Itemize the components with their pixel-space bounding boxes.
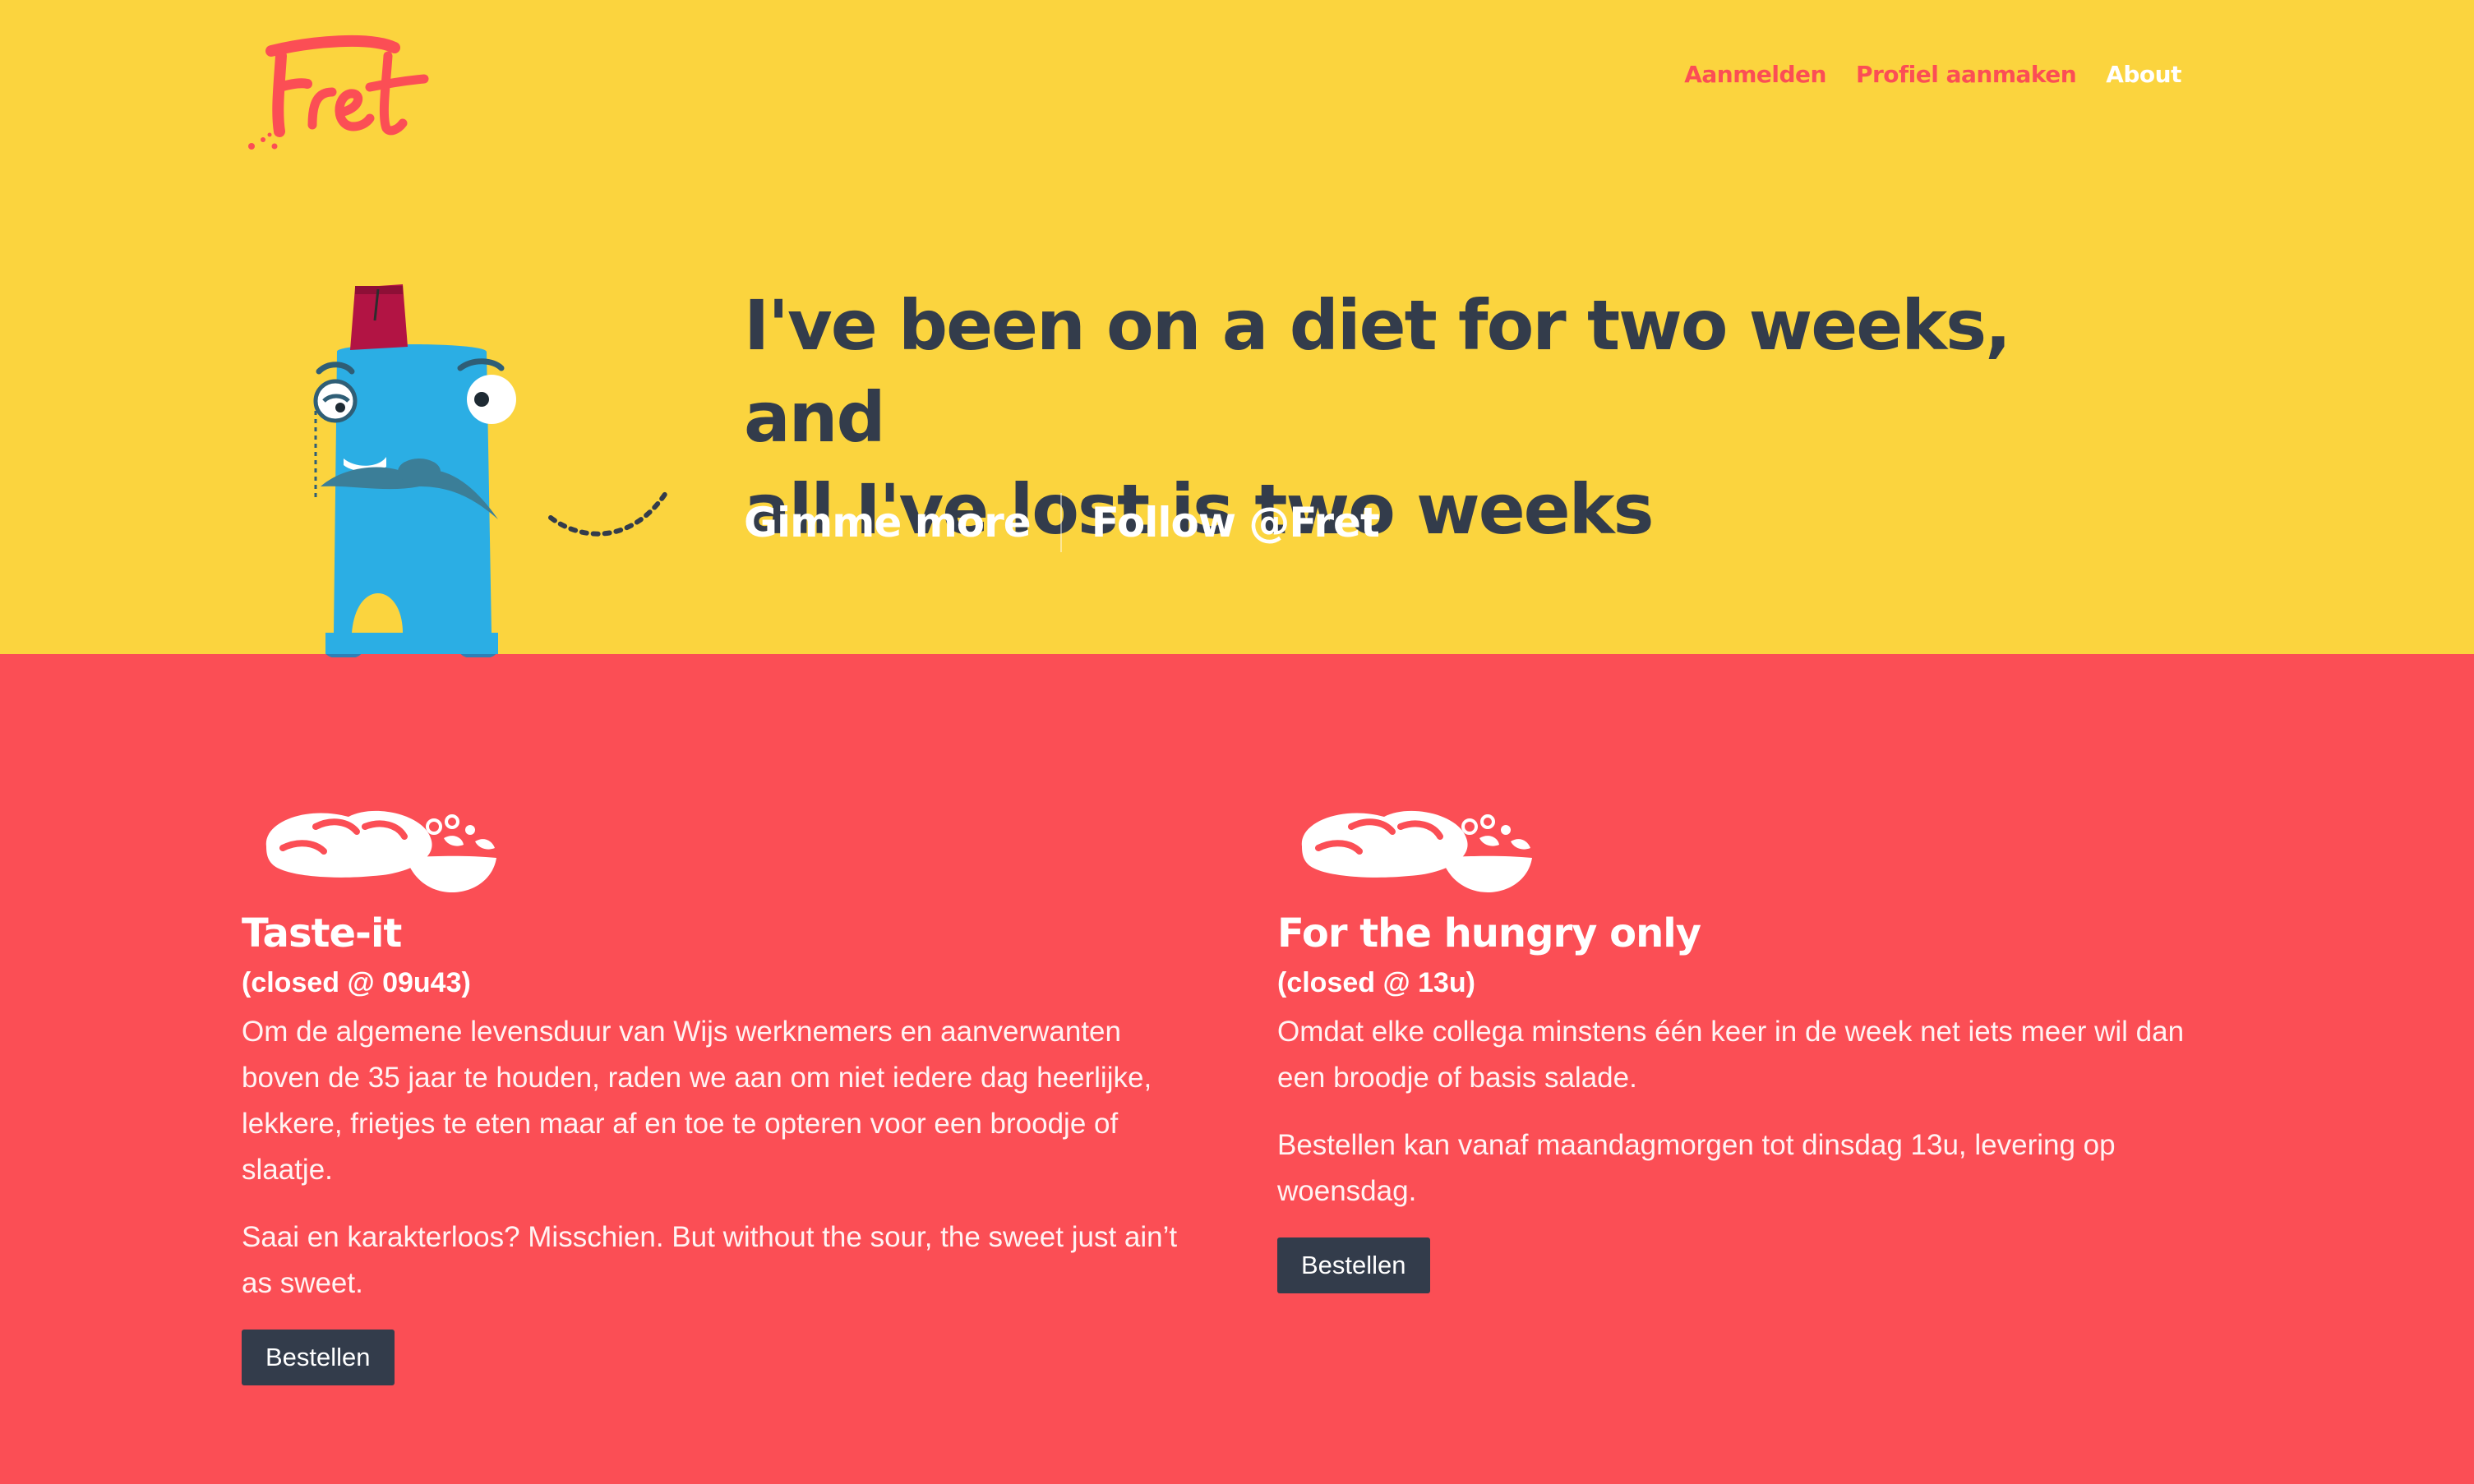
hero-cta-group: Gimme more Follow @Fret bbox=[744, 493, 1380, 552]
bestellen-button[interactable]: Bestellen bbox=[1277, 1237, 1430, 1293]
hero-section: Aanmelden Profiel aanmaken About I've be… bbox=[0, 0, 2474, 657]
nav-aanmelden-link[interactable]: Aanmelden bbox=[1684, 61, 1826, 88]
nav-about-link[interactable]: About bbox=[2106, 61, 2181, 88]
menu-description: Omdat elke collega minstens één keer in … bbox=[1277, 1016, 2185, 1094]
fez-monster-mascot-icon bbox=[313, 284, 668, 657]
menu-status: (closed @ 13u) bbox=[1277, 967, 1475, 998]
menu-card-taste-it: Taste-it (closed @ 09u43) Om de algemene… bbox=[242, 797, 1179, 1385]
menu-status: (closed @ 09u43) bbox=[242, 967, 471, 998]
hero-headline-line-1: I've been on a diet for two weeks, and bbox=[744, 285, 2011, 458]
bread-and-salad-icon bbox=[265, 810, 496, 892]
bestellen-button[interactable]: Bestellen bbox=[242, 1330, 395, 1385]
cta-divider bbox=[1059, 493, 1062, 552]
menu-card-hungry-only: For the hungry only (closed @ 13u) Omdat… bbox=[1277, 797, 2214, 1293]
menu-description: Om de algemene levensduur van Wijs werkn… bbox=[242, 1016, 1152, 1186]
menu-description: Saai en karakterloos? Misschien. But wit… bbox=[242, 1221, 1178, 1299]
gimme-more-link[interactable]: Gimme more bbox=[744, 499, 1032, 546]
follow-fret-link[interactable]: Follow @Fret bbox=[1092, 499, 1380, 546]
bread-and-salad-icon bbox=[1301, 810, 1532, 892]
nav-profiel-aanmaken-link[interactable]: Profiel aanmaken bbox=[1856, 61, 2077, 88]
menu-title: For the hungry only bbox=[1277, 910, 1701, 956]
menu-description: Bestellen kan vanaf maandagmorgen tot di… bbox=[1277, 1129, 2116, 1207]
menu-title: Taste-it bbox=[242, 910, 402, 956]
top-navigation: Aanmelden Profiel aanmaken About bbox=[1684, 61, 2181, 88]
fret-logo[interactable] bbox=[247, 33, 436, 156]
